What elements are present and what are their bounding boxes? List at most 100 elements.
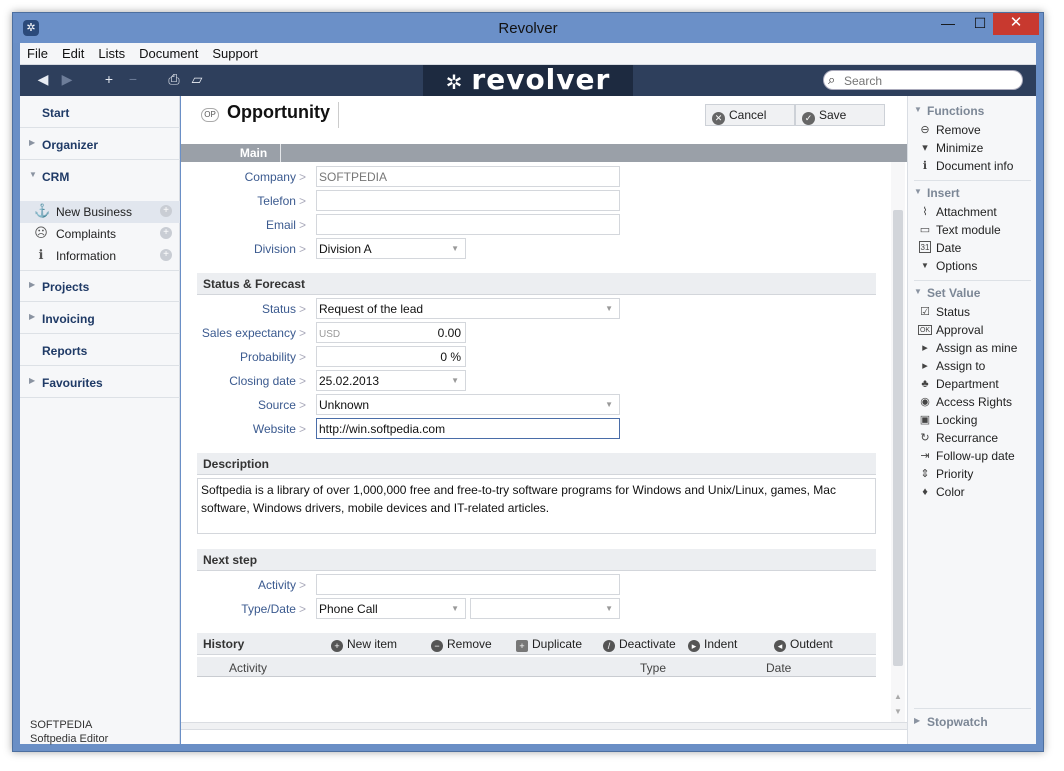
column-activity[interactable]: Activity	[229, 661, 267, 675]
nav-label: Start	[42, 106, 70, 120]
nav-start[interactable]: Start	[20, 96, 180, 128]
field-label: Division	[253, 242, 296, 256]
nav-organizer[interactable]: ▶ Organizer	[20, 128, 180, 160]
closing-date-field[interactable]: 25.02.2013 ▼	[316, 370, 466, 391]
menu-document[interactable]: Document	[132, 43, 205, 61]
note-icon[interactable]: ▱	[188, 71, 206, 88]
add-icon[interactable]: +	[160, 249, 172, 261]
back-arrow-icon[interactable]: ◀	[34, 71, 52, 88]
probability-field[interactable]: 0 %	[316, 346, 466, 367]
probability-label: Probability >	[181, 350, 306, 364]
maximize-button[interactable]: ☐	[965, 13, 995, 35]
approval-action[interactable]: OK Approval	[908, 321, 1037, 339]
remove-item-button[interactable]: − Remove	[431, 637, 492, 652]
vertical-scrollbar[interactable]: ▲ ▼	[891, 162, 905, 722]
remove-action[interactable]: ⊖ Remove	[908, 121, 1037, 139]
document-info-action[interactable]: ℹ Document info	[908, 157, 1037, 175]
date-select[interactable]: ▼	[470, 598, 620, 619]
minimize-action[interactable]: ▾ Minimize	[908, 139, 1037, 157]
source-select[interactable]: Unknown ▼	[316, 394, 620, 415]
search-input[interactable]	[844, 73, 1014, 88]
assign-to-action[interactable]: ▸ Assign to	[908, 357, 1037, 375]
hierarchy-icon: ♣	[921, 378, 929, 390]
action-label: Approval	[936, 323, 984, 337]
access-rights-action[interactable]: ◉ Access Rights	[908, 393, 1037, 411]
type-select[interactable]: Phone Call ▼	[316, 598, 466, 619]
insert-group[interactable]: ▼ Insert	[908, 183, 1037, 203]
nav-crm[interactable]: ▼ CRM	[20, 160, 180, 192]
chevron-right-icon: >	[298, 374, 306, 388]
functions-group[interactable]: ▼ Functions	[908, 101, 1037, 121]
tab-bar: Main	[181, 144, 907, 162]
cancel-button[interactable]: ✕ Cancel	[705, 104, 795, 126]
new-item-button[interactable]: + New item	[331, 637, 397, 652]
nav-favourites[interactable]: ▶ Favourites	[20, 366, 180, 398]
activity-field[interactable]	[316, 574, 620, 595]
text-module-action[interactable]: ▭ Text module	[908, 221, 1037, 239]
department-action[interactable]: ♣ Department	[908, 375, 1037, 393]
chevron-down-icon: ▼	[451, 376, 459, 385]
duplicate-button[interactable]: + Duplicate	[516, 637, 582, 652]
priority-action[interactable]: ⇕ Priority	[908, 465, 1037, 483]
telefon-field[interactable]	[316, 190, 620, 211]
remove-icon[interactable]: −	[124, 71, 142, 87]
website-field[interactable]: http://win.softpedia.com	[316, 418, 620, 439]
divider	[914, 708, 1031, 709]
assign-as-mine-action[interactable]: ▸ Assign as mine	[908, 339, 1037, 357]
search-box[interactable]: ⌕	[823, 70, 1023, 90]
date-action[interactable]: 31 Date	[908, 239, 1037, 257]
stopwatch-group[interactable]: ▶ Stopwatch	[908, 712, 1037, 732]
save-button[interactable]: ✓ Save	[795, 104, 885, 126]
add-icon[interactable]: +	[160, 205, 172, 217]
description-textarea[interactable]: Softpedia is a library of over 1,000,000…	[197, 478, 876, 534]
options-action[interactable]: ▼ Options	[908, 257, 1037, 275]
company-field[interactable]: SOFTPEDIA	[316, 166, 620, 187]
outdent-button[interactable]: ◂ Outdent	[774, 637, 833, 652]
nav-item-complaints[interactable]: ☹ Complaints +	[20, 223, 180, 245]
status-action[interactable]: ☑ Status	[908, 303, 1037, 321]
menu-bar: File Edit Lists Document Support	[20, 43, 1036, 65]
nav-invoicing[interactable]: ▶ Invoicing	[20, 302, 180, 334]
status-select[interactable]: Request of the lead ▼	[316, 298, 620, 319]
menu-lists[interactable]: Lists	[91, 43, 132, 61]
deactivate-button[interactable]: / Deactivate	[603, 637, 676, 652]
minimize-button[interactable]: —	[933, 13, 963, 35]
scrollbar-thumb[interactable]	[893, 210, 903, 666]
action-label: Department	[936, 377, 999, 391]
print-icon[interactable]: ⎙	[165, 71, 183, 88]
forward-arrow-icon[interactable]: ▶	[58, 71, 76, 88]
attachment-action[interactable]: ⌇ Attachment	[908, 203, 1037, 221]
email-field[interactable]	[316, 214, 620, 235]
add-icon[interactable]: +	[100, 71, 118, 87]
nav-reports[interactable]: Reports	[20, 334, 180, 366]
tab-main[interactable]: Main	[227, 144, 281, 162]
action-label: Assign as mine	[936, 341, 1018, 355]
footer-divider	[181, 722, 907, 730]
nav-projects[interactable]: ▶ Projects	[20, 270, 180, 302]
menu-support[interactable]: Support	[205, 43, 265, 61]
menu-file[interactable]: File	[20, 43, 55, 61]
action-label: Attachment	[936, 205, 997, 219]
recurrance-action[interactable]: ↻ Recurrance	[908, 429, 1037, 447]
color-action[interactable]: ♦ Color	[908, 483, 1037, 501]
priority-icon: ⇕	[920, 468, 930, 480]
indent-button[interactable]: ▸ Indent	[688, 637, 737, 652]
column-date[interactable]: Date	[766, 661, 791, 675]
division-select[interactable]: Division A ▼	[316, 238, 466, 259]
chevron-right-icon: >	[298, 242, 306, 256]
title-bar: ✲ Revolver — ☐ ✕	[13, 13, 1043, 43]
set-value-group[interactable]: ▼ Set Value	[908, 283, 1037, 303]
chevron-right-icon: >	[298, 302, 306, 316]
close-button[interactable]: ✕	[993, 13, 1039, 35]
sad-face-icon: ☹	[34, 225, 48, 240]
column-type[interactable]: Type	[640, 661, 666, 675]
scroll-up-icon[interactable]: ▲	[894, 692, 902, 701]
sales-expectancy-field[interactable]: USD 0.00	[316, 322, 466, 343]
menu-edit[interactable]: Edit	[55, 43, 91, 61]
add-icon[interactable]: +	[160, 227, 172, 239]
locking-action[interactable]: ▣ Locking	[908, 411, 1037, 429]
nav-item-information[interactable]: ℹ Information +	[20, 245, 180, 267]
scroll-down-icon[interactable]: ▼	[894, 707, 902, 716]
nav-item-new-business[interactable]: ⚓ New Business +	[20, 201, 180, 223]
follow-up-date-action[interactable]: ⇥ Follow-up date	[908, 447, 1037, 465]
